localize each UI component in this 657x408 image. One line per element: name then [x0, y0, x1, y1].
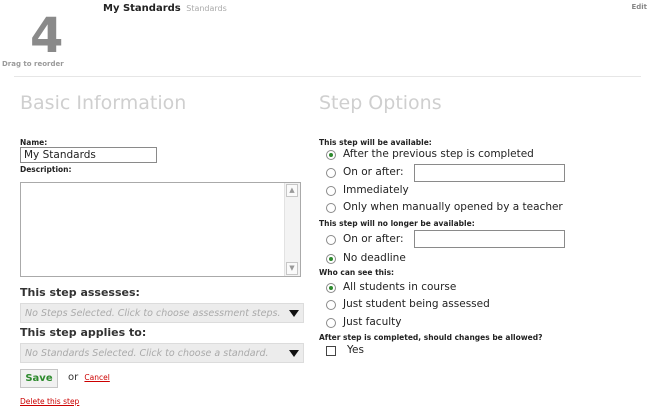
just-faculty-label: Just faculty	[343, 316, 402, 328]
student-assessed-radio[interactable]	[326, 300, 336, 310]
cancel-link[interactable]: Cancel	[84, 373, 109, 382]
or-separator: or Cancel	[68, 372, 110, 383]
description-textarea[interactable]: ▲ ▼	[20, 182, 301, 277]
delete-step-link[interactable]: Delete this step	[20, 397, 79, 406]
all-students-label: All students in course	[343, 281, 457, 293]
basic-information-heading: Basic Information	[20, 92, 187, 114]
standards-select[interactable]: No Standards Selected. Click to choose a…	[20, 343, 304, 363]
no-deadline-radio[interactable]	[326, 254, 336, 264]
step-type-label: Standards	[186, 4, 227, 13]
student-assessed-label: Just student being assessed	[343, 298, 490, 310]
edit-link[interactable]: Edit	[631, 3, 647, 11]
available-immediately-label: Immediately	[343, 184, 409, 196]
scroll-up-icon[interactable]: ▲	[286, 184, 298, 197]
assessment-steps-select[interactable]: No Steps Selected. Click to choose asses…	[20, 303, 304, 323]
drag-to-reorder-label[interactable]: Drag to reorder	[2, 60, 64, 68]
no-deadline-label: No deadline	[343, 252, 406, 264]
all-students-radio[interactable]	[326, 283, 336, 293]
changes-allowed-checkbox[interactable]	[326, 346, 336, 356]
or-label: or	[68, 372, 79, 383]
header-divider	[14, 76, 641, 77]
applies-to-heading: This step applies to:	[20, 326, 147, 339]
unavailable-label: This step will no longer be available:	[319, 219, 475, 228]
changes-allowed-option-label: Yes	[347, 344, 364, 356]
name-field[interactable]	[20, 147, 157, 163]
unavailable-on-or-after-radio[interactable]	[326, 235, 336, 245]
available-immediately-radio[interactable]	[326, 186, 336, 196]
available-manually-radio[interactable]	[326, 203, 336, 213]
available-on-or-after-radio[interactable]	[326, 168, 336, 178]
available-manually-label: Only when manually opened by a teacher	[343, 201, 563, 213]
description-label: Description:	[20, 165, 72, 174]
step-title: My Standards	[103, 3, 181, 14]
available-on-or-after-label: On or after:	[343, 166, 404, 178]
name-label: Name:	[20, 138, 48, 147]
unavailable-date-input[interactable]	[414, 230, 565, 248]
assesses-heading: This step assesses:	[20, 286, 140, 299]
available-after-previous-radio[interactable]	[326, 150, 336, 160]
step-number: 4	[30, 8, 63, 64]
standards-placeholder: No Standards Selected. Click to choose a…	[25, 348, 269, 359]
just-faculty-radio[interactable]	[326, 318, 336, 328]
step-options-heading: Step Options	[319, 92, 442, 114]
save-button[interactable]: Save	[20, 369, 58, 388]
available-after-previous-label: After the previous step is completed	[343, 148, 534, 160]
available-date-input[interactable]	[414, 164, 565, 182]
dropdown-arrow-icon	[289, 310, 299, 317]
description-scrollbar[interactable]: ▲ ▼	[284, 183, 300, 276]
unavailable-on-or-after-label: On or after:	[343, 233, 404, 245]
visibility-label: Who can see this:	[319, 268, 395, 277]
scroll-down-icon[interactable]: ▼	[286, 262, 298, 275]
available-label: This step will be available:	[319, 138, 432, 147]
dropdown-arrow-icon	[289, 350, 299, 357]
assessment-steps-placeholder: No Steps Selected. Click to choose asses…	[25, 308, 281, 319]
changes-allowed-label: After step is completed, should changes …	[319, 333, 543, 342]
page-title: My Standards Standards	[103, 3, 227, 14]
